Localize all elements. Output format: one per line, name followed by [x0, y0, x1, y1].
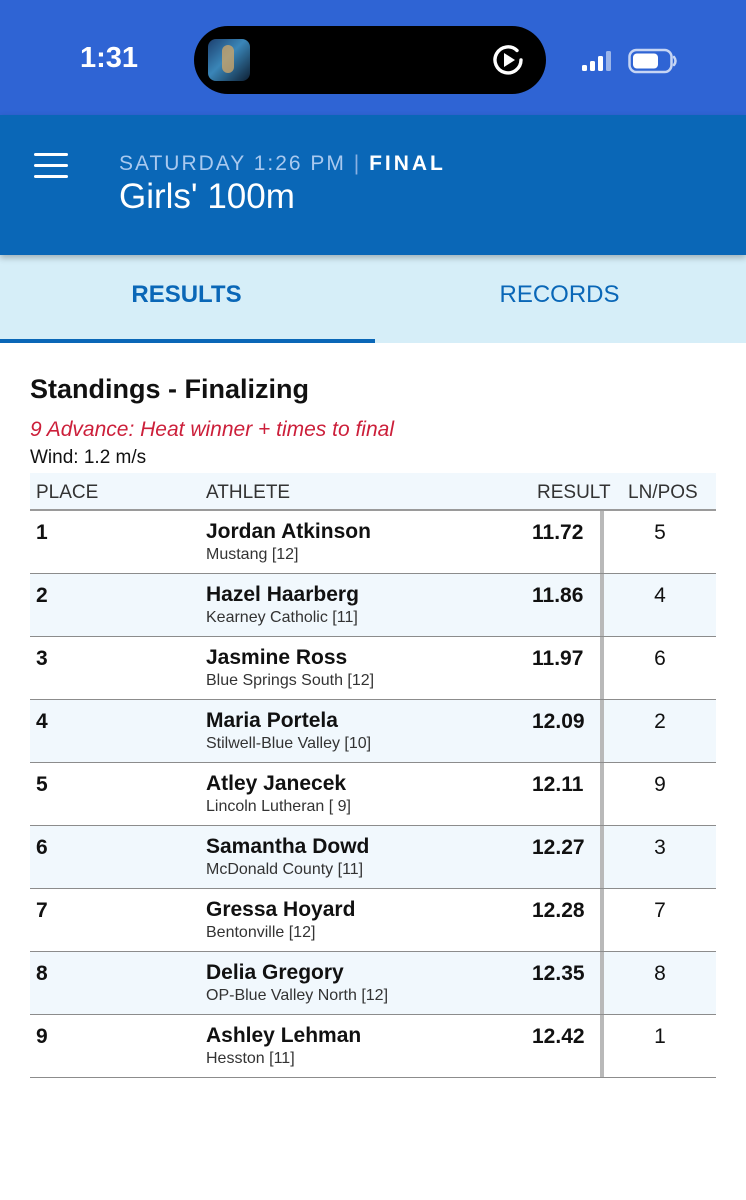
- athlete-team: Bentonville [12]: [206, 924, 316, 941]
- column-divider: [600, 889, 604, 951]
- result-time: 12.27: [532, 836, 585, 859]
- lane-position: 9: [654, 773, 666, 796]
- app-header: SATURDAY 1:26 PM | FINAL Girls' 100m: [0, 115, 746, 255]
- athlete-team: Stilwell-Blue Valley [10]: [206, 735, 372, 752]
- table-row[interactable]: 3 Jasmine Ross Blue Springs South [12] 1…: [30, 637, 716, 700]
- battery-icon: [628, 48, 677, 74]
- lane-position: 4: [654, 584, 666, 607]
- column-header-result: RESULT: [537, 482, 611, 503]
- row-place: 9: [36, 1025, 48, 1048]
- athlete-name[interactable]: Samantha Dowd: [206, 835, 369, 859]
- cellular-signal-icon: [582, 51, 611, 71]
- lane-position: 8: [654, 962, 666, 985]
- athlete-name[interactable]: Maria Portela: [206, 709, 338, 733]
- event-schedule-line: SATURDAY 1:26 PM | FINAL: [119, 152, 446, 176]
- lane-position: 6: [654, 647, 666, 670]
- result-time: 11.97: [532, 647, 584, 670]
- result-time: 12.09: [532, 710, 585, 733]
- lane-position: 1: [654, 1025, 666, 1048]
- column-header-place: PLACE: [36, 482, 99, 503]
- column-header-lane: LN/POS: [628, 482, 698, 503]
- status-time: 1:31: [80, 42, 139, 74]
- athlete-name[interactable]: Jordan Atkinson: [206, 520, 371, 544]
- row-place: 1: [36, 521, 48, 544]
- result-time: 11.86: [532, 584, 584, 607]
- row-place: 8: [36, 962, 48, 985]
- athlete-team: Mustang [12]: [206, 546, 299, 563]
- lane-position: 2: [654, 710, 666, 733]
- table-row[interactable]: 7 Gressa Hoyard Bentonville [12] 12.28 7: [30, 889, 716, 952]
- table-row[interactable]: 8 Delia Gregory OP-Blue Valley North [12…: [30, 952, 716, 1015]
- result-time: 12.11: [532, 773, 584, 796]
- play-circle-icon[interactable]: [490, 42, 526, 78]
- wind-reading: Wind: 1.2 m/s: [30, 447, 147, 468]
- column-divider: [600, 826, 604, 888]
- table-row[interactable]: 4 Maria Portela Stilwell-Blue Valley [10…: [30, 700, 716, 763]
- now-playing-artwork: [208, 39, 250, 81]
- row-place: 7: [36, 899, 48, 922]
- athlete-name[interactable]: Atley Janecek: [206, 772, 346, 796]
- table-header: PLACE ATHLETE RESULT LN/POS: [30, 473, 716, 511]
- row-place: 5: [36, 773, 48, 796]
- advance-note: 9 Advance: Heat winner + times to final: [30, 418, 394, 441]
- athlete-team: McDonald County [11]: [206, 861, 364, 878]
- column-divider: [600, 511, 604, 573]
- lane-position: 5: [654, 521, 666, 544]
- column-divider: [600, 700, 604, 762]
- results-table: PLACE ATHLETE RESULT LN/POS 1 Jordan Atk…: [30, 473, 716, 1078]
- event-title: Girls' 100m: [119, 177, 295, 216]
- result-time: 12.28: [532, 899, 585, 922]
- dynamic-island[interactable]: [194, 26, 546, 94]
- result-time: 12.35: [532, 962, 585, 985]
- event-day-time: SATURDAY 1:26 PM: [119, 152, 346, 175]
- athlete-name[interactable]: Delia Gregory: [206, 961, 344, 985]
- separator: |: [353, 152, 362, 175]
- athlete-name[interactable]: Ashley Lehman: [206, 1024, 361, 1048]
- column-divider: [600, 637, 604, 699]
- athlete-team: Kearney Catholic [11]: [206, 609, 358, 626]
- athlete-team: Blue Springs South [12]: [206, 672, 375, 689]
- row-place: 3: [36, 647, 48, 670]
- column-divider: [600, 763, 604, 825]
- table-row[interactable]: 1 Jordan Atkinson Mustang [12] 11.72 5: [30, 511, 716, 574]
- standings-title: Standings - Finalizing: [30, 374, 309, 404]
- row-place: 2: [36, 584, 48, 607]
- hamburger-menu-icon[interactable]: [34, 153, 70, 179]
- result-time: 12.42: [532, 1025, 585, 1048]
- tab-bar: RESULTS RECORDS: [0, 255, 746, 343]
- table-row[interactable]: 5 Atley Janecek Lincoln Lutheran [ 9] 12…: [30, 763, 716, 826]
- athlete-team: Lincoln Lutheran [ 9]: [206, 798, 351, 815]
- row-place: 4: [36, 710, 48, 733]
- athlete-name[interactable]: Gressa Hoyard: [206, 898, 355, 922]
- column-divider: [600, 1015, 604, 1077]
- column-header-athlete: ATHLETE: [206, 482, 291, 503]
- result-time: 11.72: [532, 521, 584, 544]
- event-status: FINAL: [369, 152, 446, 175]
- tab-records[interactable]: RECORDS: [373, 255, 746, 343]
- athlete-team: OP-Blue Valley North [12]: [206, 987, 389, 1004]
- athlete-name[interactable]: Jasmine Ross: [206, 646, 347, 670]
- athlete-name[interactable]: Hazel Haarberg: [206, 583, 359, 607]
- table-row[interactable]: 6 Samantha Dowd McDonald County [11] 12.…: [30, 826, 716, 889]
- table-row[interactable]: 2 Hazel Haarberg Kearney Catholic [11] 1…: [30, 574, 716, 637]
- tab-results[interactable]: RESULTS: [0, 255, 375, 343]
- lane-position: 7: [654, 899, 666, 922]
- athlete-team: Hesston [11]: [206, 1050, 295, 1067]
- table-row[interactable]: 9 Ashley Lehman Hesston [11] 12.42 1: [30, 1015, 716, 1078]
- column-divider: [600, 574, 604, 636]
- status-bar: 1:31: [0, 0, 746, 115]
- row-place: 6: [36, 836, 48, 859]
- lane-position: 3: [654, 836, 666, 859]
- column-divider: [600, 952, 604, 1014]
